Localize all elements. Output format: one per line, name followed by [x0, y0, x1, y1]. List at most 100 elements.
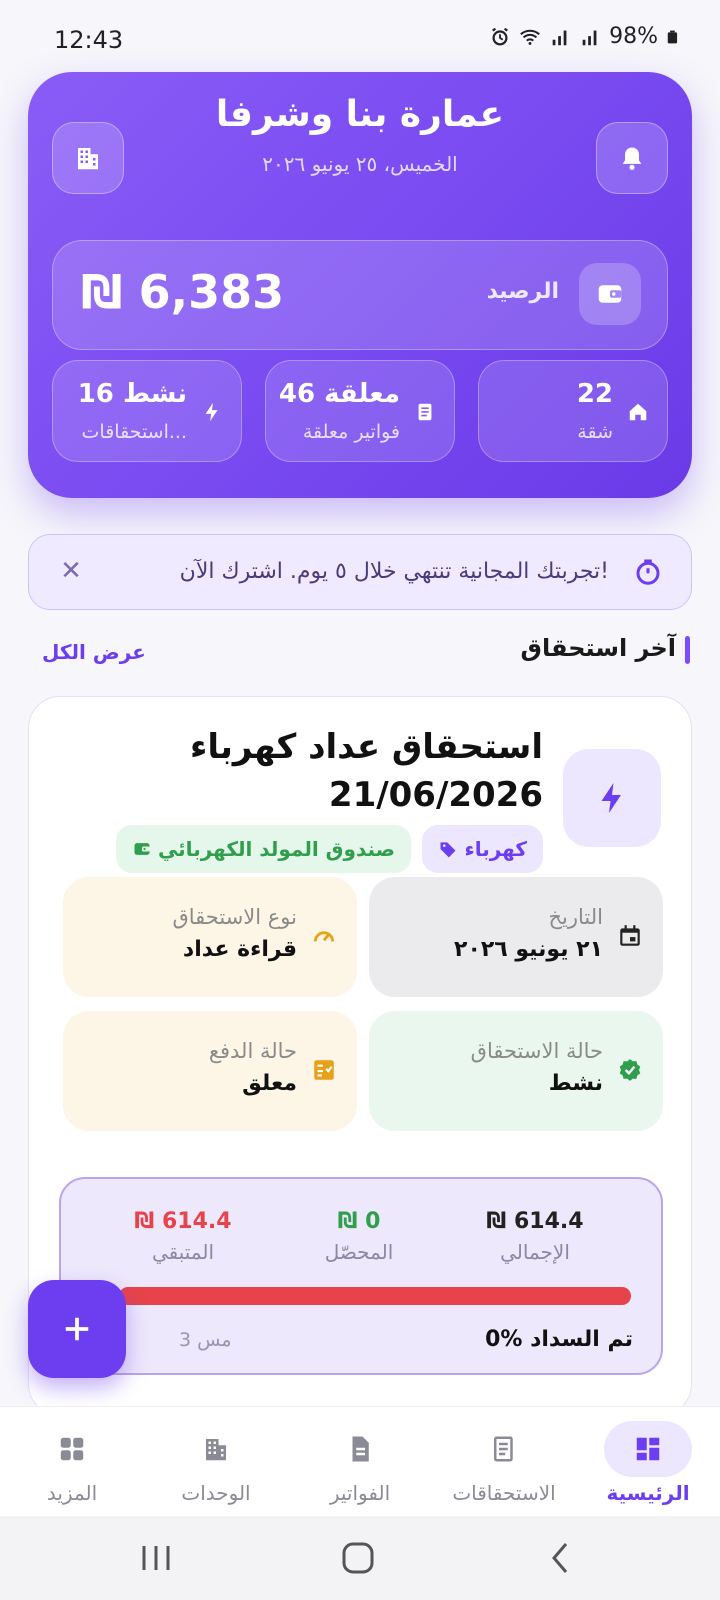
current-date: الخميس، ٢٥ يونيو ٢٠٢٦: [262, 152, 458, 176]
due-title: استحقاق عداد كهرباء 21/06/2026: [103, 723, 543, 819]
timer-icon: [636, 559, 660, 585]
calendar-icon: [620, 925, 640, 946]
system-nav-bar: [0, 1516, 720, 1600]
nav-dues[interactable]: الاستحقاقات: [432, 1407, 576, 1517]
bolt-icon: [601, 783, 621, 813]
add-button[interactable]: [28, 1280, 126, 1378]
nav-more-pill: [28, 1421, 116, 1477]
total-column: ₪ 614.4 الإجمالي: [455, 1209, 615, 1264]
plus-icon: [65, 1317, 89, 1341]
payment-progress-bar: [119, 1287, 631, 1305]
status-icons: 98%: [489, 24, 680, 49]
receipt-long-icon: [494, 1436, 513, 1462]
info-status: حالة الاستحقاق نشط: [369, 1011, 663, 1131]
status-time: 12:43: [54, 26, 124, 54]
stat-label: فواتير معلقة: [302, 421, 400, 443]
stat-label: شقة: [577, 421, 613, 443]
building-icon: [206, 1439, 226, 1461]
stat-label: استحقاقات...: [81, 421, 187, 443]
remaining-column: ₪ 614.4 المتبقي: [103, 1209, 263, 1264]
payment-summary: ₪ 614.4 الإجمالي ₪ 0 المحصّل ₪ 614.4 الم…: [59, 1177, 663, 1375]
nav-invoices[interactable]: الفواتير: [288, 1407, 432, 1517]
trial-text: تجربتك المجانية تنتهي خلال ٥ يوم. اشترك …: [179, 559, 609, 584]
building-name: عمارة بنا وشرفا: [215, 94, 505, 135]
view-all-link[interactable]: عرض الكل: [42, 640, 146, 664]
nav-label: الاستحقاقات: [452, 1481, 556, 1505]
nav-units-pill: [172, 1421, 260, 1477]
collected-value: ₪ 0: [337, 1209, 381, 1234]
recent-apps-icon[interactable]: [136, 1538, 176, 1578]
back-icon[interactable]: [542, 1538, 582, 1578]
wallet-icon: [598, 285, 622, 303]
section-accent-bar: [685, 636, 690, 664]
battery-percent: 98%: [609, 24, 658, 49]
bolt-icon: [205, 402, 218, 422]
status-bar: 12:43 98%: [0, 0, 720, 80]
stat-active-dues[interactable]: 16 نشط استحقاقات...: [52, 360, 242, 462]
nav-label: المزيد: [46, 1481, 98, 1505]
info-label: نوع الاستحقاق: [172, 905, 297, 929]
nav-dues-pill: [460, 1421, 548, 1477]
nav-units[interactable]: الوحدات: [144, 1407, 288, 1517]
nav-invoices-pill: [316, 1421, 404, 1477]
paid-percent: 0% تم السداد: [485, 1327, 633, 1352]
info-payment: حالة الدفع معلق: [63, 1011, 357, 1131]
info-type: نوع الاستحقاق قراءة عداد: [63, 877, 357, 997]
balance-label: الرصيد: [486, 279, 559, 304]
nav-more[interactable]: المزيد: [0, 1407, 144, 1517]
signal-icon: [552, 30, 567, 45]
info-value: معلق: [242, 1071, 297, 1096]
collected-column: ₪ 0 المحصّل: [279, 1209, 439, 1264]
grid-icon: [60, 1437, 84, 1461]
section-title: آخر استحقاق: [520, 634, 676, 662]
info-label: حالة الدفع: [208, 1039, 297, 1063]
building-icon: [78, 148, 98, 170]
collected-label: المحصّل: [324, 1240, 394, 1264]
remaining-label: المتبقي: [151, 1240, 215, 1264]
nav-home-pill: [604, 1421, 692, 1477]
info-value: نشط: [548, 1071, 603, 1096]
info-label: حالة الاستحقاق: [470, 1039, 603, 1063]
bell-icon: [622, 147, 642, 170]
close-icon[interactable]: ✕: [55, 555, 87, 587]
trial-banner[interactable]: تجربتك المجانية تنتهي خلال ٥ يوم. اشترك …: [28, 534, 692, 610]
balance-card[interactable]: الرصيد ₪ 6,383: [52, 240, 668, 350]
fund-tag-label: صندوق المولد الكهربائي: [157, 837, 395, 861]
nav-home[interactable]: الرئيسية: [576, 1407, 720, 1517]
nav-label: الرئيسية: [606, 1481, 690, 1505]
category-tag-label: كهرباء: [464, 837, 527, 861]
receipt-icon: [418, 403, 432, 421]
info-value: ٢١ يونيو ٢٠٢٦: [454, 937, 603, 962]
home-button-icon[interactable]: [338, 1538, 378, 1578]
wifi-icon: [520, 29, 540, 45]
stat-value: 22: [576, 379, 613, 409]
wallet-icon: [134, 843, 150, 855]
hero-card: عمارة بنا وشرفا الخميس، ٢٥ يونيو ٢٠٢٦ ال…: [28, 72, 692, 498]
stat-units[interactable]: 22 شقة: [478, 360, 668, 462]
due-title-line1: استحقاق عداد كهرباء: [189, 727, 543, 767]
stat-value: 16 نشط: [77, 379, 187, 409]
fund-tag: صندوق المولد الكهربائي: [115, 825, 411, 873]
due-card[interactable]: استحقاق عداد كهرباء 21/06/2026 كهرباء صن…: [28, 696, 692, 1416]
notifications-button[interactable]: [596, 122, 668, 194]
signal-icon: [582, 30, 597, 45]
dashboard-icon: [636, 1437, 660, 1461]
checklist-icon: [314, 1060, 334, 1080]
nav-label: الفواتير: [329, 1481, 391, 1505]
remaining-count: 3 مس: [179, 1329, 232, 1351]
stat-pending-invoices[interactable]: 46 معلقة فواتير معلقة: [265, 360, 455, 462]
balance-amount: ₪ 6,383: [81, 265, 285, 319]
total-label: الإجمالي: [500, 1240, 570, 1264]
info-value: قراءة عداد: [182, 937, 297, 962]
remaining-value: ₪ 614.4: [134, 1209, 232, 1234]
info-label: التاريخ: [548, 905, 603, 929]
gauge-icon: [313, 931, 335, 942]
category-tag: كهرباء: [422, 825, 543, 873]
battery-icon: [667, 30, 678, 43]
alarm-icon: [492, 27, 509, 45]
info-date: التاريخ ٢١ يونيو ٢٠٢٦: [369, 877, 663, 997]
building-button[interactable]: [52, 122, 124, 194]
due-title-line2: 21/06/2026: [328, 775, 543, 815]
stat-value: 46 معلقة: [278, 379, 400, 409]
tag-icon: [440, 842, 456, 858]
